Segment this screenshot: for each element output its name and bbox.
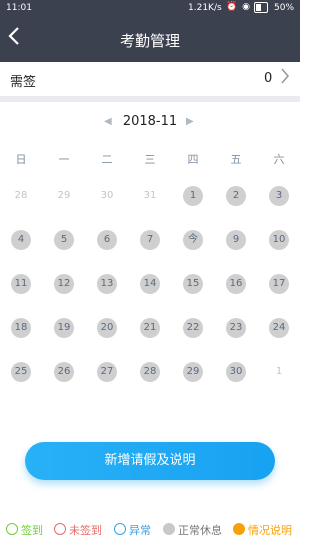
add-leave-button[interactable]: 新增请假及说明 bbox=[25, 442, 275, 480]
calendar-day-other-month[interactable]: 29 bbox=[54, 186, 74, 206]
calendar-day[interactable]: 22 bbox=[183, 318, 203, 338]
legend-dot-icon bbox=[6, 523, 18, 535]
calendar-day[interactable]: 1 bbox=[183, 186, 203, 206]
calendar-day[interactable]: 19 bbox=[54, 318, 74, 338]
calendar-day[interactable]: 6 bbox=[97, 230, 117, 250]
calendar-day[interactable]: 26 bbox=[54, 362, 74, 382]
calendar-day[interactable]: 3 bbox=[269, 186, 289, 206]
calendar-day[interactable]: 4 bbox=[11, 230, 31, 250]
calendar-day[interactable]: 24 bbox=[269, 318, 289, 338]
calendar-day-other-month[interactable]: 28 bbox=[11, 186, 31, 206]
legend-label: 情况说明 bbox=[248, 524, 292, 537]
calendar-day[interactable]: 25 bbox=[11, 362, 31, 382]
calendar-day[interactable]: 16 bbox=[226, 274, 246, 294]
calendar-day[interactable]: 今 bbox=[183, 230, 203, 250]
legend-dot-icon bbox=[114, 523, 126, 535]
calendar-day[interactable]: 2 bbox=[226, 186, 246, 206]
calendar-day[interactable]: 15 bbox=[183, 274, 203, 294]
calendar-day[interactable]: 10 bbox=[269, 230, 289, 250]
legend-dot-icon bbox=[163, 523, 175, 535]
calendar-day[interactable]: 23 bbox=[226, 318, 246, 338]
legend-dot-icon bbox=[54, 523, 66, 535]
calendar-day-other-month[interactable]: 31 bbox=[140, 186, 160, 206]
legend-label: 正常休息 bbox=[178, 524, 222, 537]
calendar-day[interactable]: 17 bbox=[269, 274, 289, 294]
calendar-day[interactable]: 28 bbox=[140, 362, 160, 382]
calendar-day[interactable]: 29 bbox=[183, 362, 203, 382]
calendar-day[interactable]: 9 bbox=[226, 230, 246, 250]
calendar-day-other-month[interactable]: 1 bbox=[269, 362, 289, 382]
calendar-day[interactable]: 20 bbox=[97, 318, 117, 338]
calendar-day[interactable]: 11 bbox=[11, 274, 31, 294]
calendar-day[interactable]: 13 bbox=[97, 274, 117, 294]
calendar-day[interactable]: 21 bbox=[140, 318, 160, 338]
calendar-day[interactable]: 27 bbox=[97, 362, 117, 382]
calendar-grid: 28 29 30 31 1 2 3 4 5 6 7 今 9 10 11 12 13 14 15 16 17 18 19 20 2… bbox=[0, 0, 300, 390]
calendar-day[interactable]: 5 bbox=[54, 230, 74, 250]
legend-label: 签到 bbox=[21, 524, 43, 537]
legend-label: 未签到 bbox=[69, 524, 102, 537]
calendar-day-other-month[interactable]: 30 bbox=[97, 186, 117, 206]
legend-label: 异常 bbox=[129, 524, 151, 537]
calendar-day[interactable]: 12 bbox=[54, 274, 74, 294]
calendar-day[interactable]: 14 bbox=[140, 274, 160, 294]
legend-dot-icon bbox=[233, 523, 245, 535]
calendar-day[interactable]: 30 bbox=[226, 362, 246, 382]
calendar-day[interactable]: 7 bbox=[140, 230, 160, 250]
legend: 签到 未签到 异常 正常休息 情况说明 bbox=[0, 521, 300, 541]
calendar-day[interactable]: 18 bbox=[11, 318, 31, 338]
